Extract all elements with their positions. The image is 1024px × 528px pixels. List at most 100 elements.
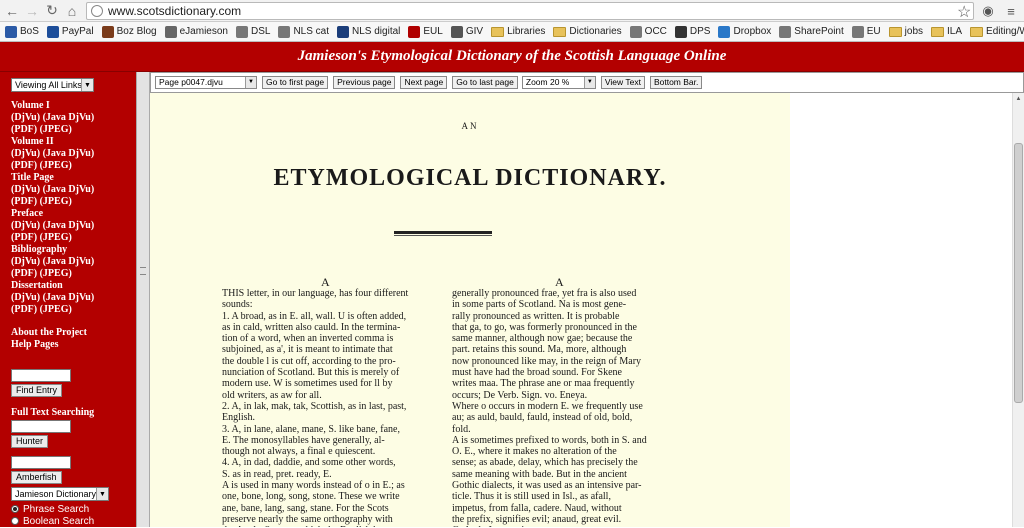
pdf-jpeg-links[interactable]: (PDF) (JPEG) — [11, 232, 136, 244]
text-line: in some parts of Scotland. Na is most ge… — [452, 299, 627, 311]
bookmark-dictionaries[interactable]: Dictionaries — [553, 26, 622, 37]
folder-icon — [931, 26, 945, 37]
text-line: tion of a word, when an inverted comma i… — [222, 333, 394, 345]
bookmark-dropbox[interactable]: Dropbox — [718, 25, 771, 38]
forward-icon[interactable]: → — [22, 1, 42, 21]
text-line: Gothic dialects, it was used as an inten… — [452, 480, 642, 492]
bookmark-sharepoint[interactable]: SharePoint — [779, 25, 844, 38]
text-line: one, bone, long, song, stone. These we w… — [222, 491, 400, 503]
document-viewer[interactable]: AN ETYMOLOGICAL DICTIONARY. A A THIS let… — [150, 93, 1012, 527]
full-text-label: Full Text Searching — [11, 407, 95, 418]
eul-icon — [408, 25, 421, 38]
text-line: the double l is cut off, according to th… — [222, 355, 396, 367]
text-line: old writers, as aw for all. — [222, 389, 322, 401]
bookmark-occ[interactable]: OCC — [629, 25, 667, 38]
sidebar: Viewing All Links ▼ Volume I (DjVu) (Java… — [0, 72, 136, 527]
text-line: English. — [222, 412, 256, 424]
view-links-select[interactable]: Viewing All Links ▼ — [11, 78, 94, 92]
last-page-button[interactable]: Go to last page — [452, 76, 518, 89]
site-header: Jamieson's Etymological Dictionary of th… — [0, 42, 1024, 72]
amberfish-button[interactable]: Amberfish — [11, 471, 62, 484]
text-line: rally pronounced as written. It is proba… — [452, 310, 620, 322]
djvu-links[interactable]: (DjVu) (Java DjVu) — [11, 184, 136, 196]
right-column: generally pronounced frae, yet fra is al… — [452, 288, 674, 527]
bookmark-bos[interactable]: BoS — [5, 25, 39, 38]
address-bar[interactable]: www.scotsdictionary.com — [86, 2, 974, 20]
pdf-jpeg-links[interactable]: (PDF) (JPEG) — [11, 196, 136, 208]
viewer-toolbar: Page p0047.djvu ▼ Go to first page Previ… — [150, 72, 1024, 93]
next-page-button[interactable]: Next page — [400, 76, 448, 89]
bookmark-giv[interactable]: GIV — [450, 25, 483, 38]
radio-selected-icon — [11, 505, 19, 514]
text-line: the prefix, signifies evil; anaud, great… — [452, 513, 622, 525]
text-line: ticle. Thus it is still used in Isl., as… — [452, 491, 611, 503]
pdf-jpeg-links[interactable]: (PDF) (JPEG) — [11, 268, 136, 280]
bookmark-ejamieson[interactable]: eJamieson — [164, 25, 228, 38]
djvu-links[interactable]: (DjVu) (Java DjVu) — [11, 148, 136, 160]
djvu-links[interactable]: (DjVu) (Java DjVu) — [11, 112, 136, 124]
bookmark-eu[interactable]: EU — [851, 25, 881, 38]
panel-splitter[interactable] — [136, 72, 150, 527]
site-title: Jamieson's Etymological Dictionary of th… — [297, 48, 727, 64]
text-line: ane, bane, lang, sang, stane. For the Sc… — [222, 502, 389, 514]
boolean-search-radio[interactable]: Boolean Search — [11, 516, 136, 528]
find-entry-button[interactable]: Find Entry — [11, 384, 63, 397]
browser-toolbar: ← → ↻ ⌂ www.scotsdictionary.com ☆ ◉ ≡ — [0, 0, 1024, 22]
menu-icon[interactable]: ≡ — [1003, 3, 1019, 19]
bookmark-dsl[interactable]: DSL — [235, 25, 270, 38]
pdf-jpeg-links[interactable]: (PDF) (JPEG) — [11, 304, 136, 316]
hunter-input[interactable] — [11, 420, 71, 433]
djvu-links[interactable]: (DjVu) (Java DjVu) — [11, 256, 136, 268]
hunter-button[interactable]: Hunter — [11, 435, 49, 448]
radio-empty-icon — [11, 517, 19, 526]
scroll-thumb[interactable] — [1014, 143, 1023, 403]
previous-page-button[interactable]: Previous page — [333, 76, 396, 89]
about-link[interactable]: About the Project — [11, 327, 136, 339]
nls-cat-icon — [278, 25, 291, 38]
help-link[interactable]: Help Pages — [11, 339, 136, 351]
eye-extension-icon[interactable]: ◉ — [980, 3, 996, 19]
text-line: THIS letter, in our language, has four d… — [222, 288, 409, 299]
dsl-icon — [235, 25, 248, 38]
entry-input[interactable] — [11, 369, 71, 382]
page-select[interactable]: Page p0047.djvu ▼ — [155, 76, 257, 89]
bookmark-nls-digital[interactable]: NLS digital — [337, 25, 400, 38]
amberfish-input[interactable] — [11, 456, 71, 469]
occ-icon — [629, 25, 642, 38]
reload-icon[interactable]: ↻ — [42, 1, 62, 21]
text-line: 1. A broad, as in E. all, wall. U is oft… — [222, 310, 407, 322]
url-text: www.scotsdictionary.com — [108, 4, 242, 18]
bookmark-ila[interactable]: ILA — [931, 26, 962, 37]
vertical-scrollbar[interactable]: ▲ — [1012, 93, 1024, 527]
section-title: Volume I — [11, 100, 50, 111]
text-line: part. retains this sound. Ma, more, alth… — [452, 344, 627, 356]
scroll-up-icon[interactable]: ▲ — [1013, 93, 1024, 104]
folder-icon — [888, 26, 902, 37]
pdf-jpeg-links[interactable]: (PDF) (JPEG) — [11, 160, 136, 172]
view-text-button[interactable]: View Text — [600, 76, 645, 89]
text-line: subjoined, as a', it is meant to intimat… — [222, 344, 393, 356]
bookmark-jobs[interactable]: jobs — [888, 26, 923, 37]
bookmark-dps[interactable]: DPS — [674, 25, 710, 38]
section-title: Title Page — [11, 172, 54, 183]
bookmark-editing-writing[interactable]: Editing/Writing — [970, 26, 1024, 37]
djvu-links[interactable]: (DjVu) (Java DjVu) — [11, 292, 136, 304]
text-line: generally pronounced frae, yet fra is al… — [452, 288, 637, 299]
pdf-jpeg-links[interactable]: (PDF) (JPEG) — [11, 124, 136, 136]
bookmark-nls-cat[interactable]: NLS cat — [278, 25, 329, 38]
bottom-bar-button[interactable]: Bottom Bar. — [649, 76, 703, 89]
back-icon[interactable]: ← — [2, 1, 22, 21]
first-page-button[interactable]: Go to first page — [262, 76, 329, 89]
bookmark-paypal[interactable]: PayPal — [46, 25, 94, 38]
dictionary-select[interactable]: Jamieson Dictionary ▼ — [11, 487, 109, 501]
bookmark-star-icon[interactable]: ☆ — [957, 2, 971, 22]
bookmark-eul[interactable]: EUL — [408, 25, 443, 38]
phrase-search-radio[interactable]: Phrase Search — [11, 504, 136, 516]
bookmark-libraries[interactable]: Libraries — [491, 26, 545, 37]
text-line: now pronounced like may, in the reign of… — [452, 355, 642, 367]
boz-blog-icon — [101, 25, 114, 38]
zoom-select[interactable]: Zoom 20 % ▼ — [521, 76, 596, 89]
home-icon[interactable]: ⌂ — [62, 1, 82, 21]
bookmark-boz-blog[interactable]: Boz Blog — [101, 25, 157, 38]
djvu-links[interactable]: (DjVu) (Java DjVu) — [11, 220, 136, 232]
